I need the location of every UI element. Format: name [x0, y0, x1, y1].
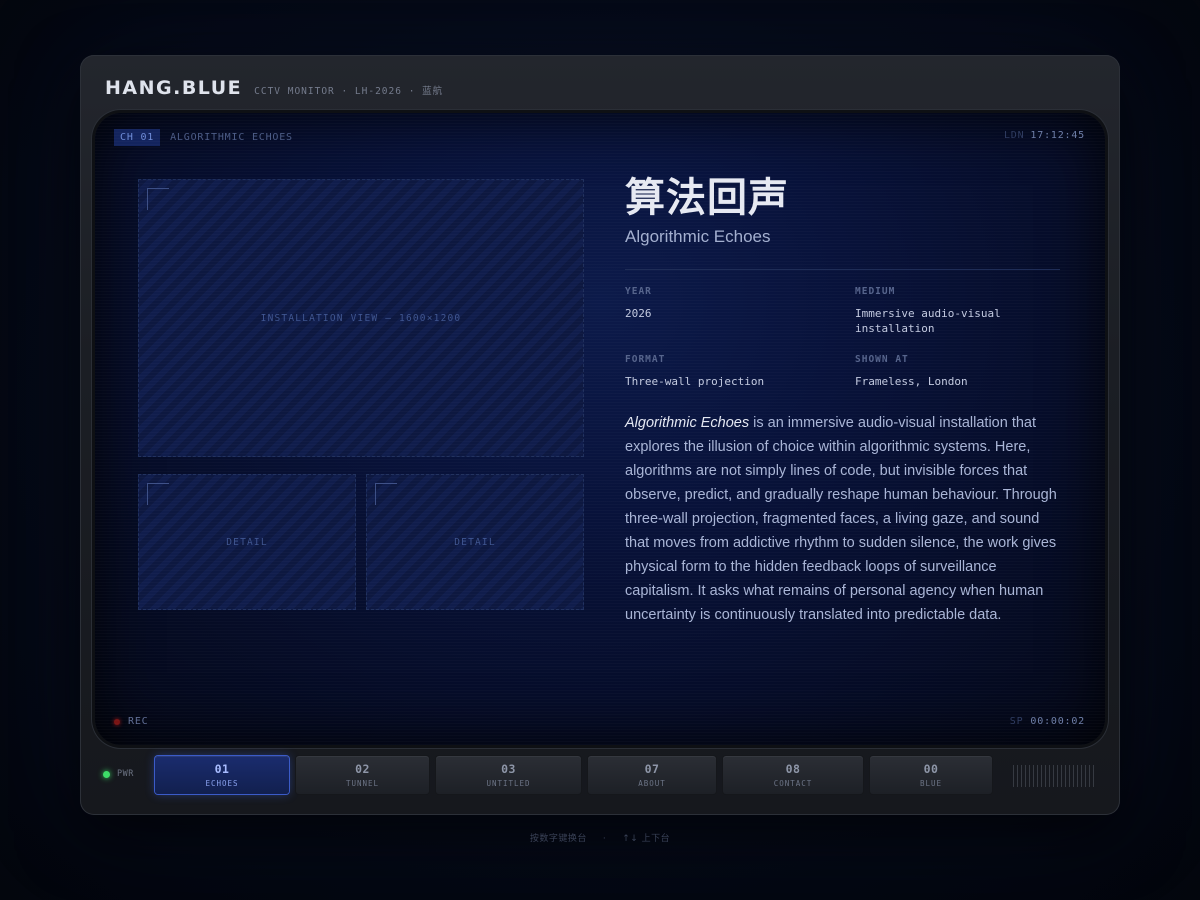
device-subtitle: CCTV MONITOR · LH-2026 · 蓝航	[254, 86, 444, 97]
channel-label: ABOUT	[638, 779, 666, 788]
meta-label: YEAR	[625, 286, 652, 297]
crt-screen: CH 01 ALGORITHMIC ECHOES LDN 17:12:45 INS…	[95, 113, 1105, 745]
brand-logo[interactable]: HANG.BLUE	[105, 77, 242, 99]
channel-number: 00	[923, 762, 939, 776]
frame-corner-icon	[375, 483, 397, 505]
rec-label: REC	[128, 716, 149, 727]
meta-value: 2026	[625, 307, 652, 320]
control-panel: PWR 01 ECHOES 02 TUNNEL 03 UNTITLED 07 A…	[80, 755, 1120, 797]
header: HANG.BLUE CCTV MONITOR · LH-2026 · 蓝航	[105, 77, 443, 99]
detail-image-1[interactable]: DETAIL	[138, 474, 356, 610]
project-title-zh: 算法回声	[625, 175, 789, 221]
speaker-grille	[1013, 765, 1097, 787]
description-body: is an immersive audio-visual installatio…	[625, 415, 1057, 623]
channel-label: TUNNEL	[345, 779, 380, 788]
channel-button-echoes[interactable]: 01 ECHOES	[155, 756, 289, 794]
power-indicator[interactable]: PWR	[103, 769, 134, 779]
monitor-device: HANG.BLUE CCTV MONITOR · LH-2026 · 蓝航 CH…	[80, 55, 1120, 815]
frame-corner-icon	[147, 483, 169, 505]
channel-number: 07	[644, 762, 660, 776]
channel-button-contact[interactable]: 08 CONTACT	[723, 756, 863, 794]
project-meta: YEAR 2026 MEDIUM Immersive audio-visual …	[625, 286, 1060, 389]
detail-label: DETAIL	[226, 536, 268, 548]
hint-separator: ·	[602, 834, 607, 844]
channel-label: BLUE	[919, 779, 943, 788]
channel-number: 08	[785, 762, 801, 776]
channel-number: 01	[214, 762, 230, 776]
meta-shown-at: SHOWN AT Frameless, London	[855, 354, 1060, 389]
clock-location: LDN	[1003, 130, 1025, 141]
divider	[625, 269, 1060, 270]
meta-label: FORMAT	[625, 354, 666, 365]
channel-label: CONTACT	[773, 779, 813, 788]
power-label: PWR	[117, 769, 134, 779]
timecode-mode: SP	[1009, 716, 1024, 727]
timecode-value: 00:00:02	[1030, 716, 1085, 727]
meta-value: Immersive audio-visual installation	[855, 307, 1001, 335]
meta-value: Three-wall projection	[625, 375, 765, 388]
channel-title: ALGORITHMIC ECHOES	[170, 132, 293, 143]
channel-label: ECHOES	[205, 779, 239, 788]
frame-corner-icon	[147, 188, 169, 210]
detail-image-2[interactable]: DETAIL	[366, 474, 584, 610]
channel-number: 02	[355, 762, 370, 776]
screen-clock: LDN 17:12:45	[1004, 130, 1085, 141]
meta-value: Frameless, London	[855, 375, 968, 388]
installation-view-label: INSTALLATION VIEW — 1600×1200	[260, 312, 462, 324]
project-description: Algorithmic Echoes is an immersive audio…	[625, 411, 1060, 627]
meta-format: FORMAT Three-wall projection	[625, 354, 855, 389]
meta-label: SHOWN AT	[855, 354, 909, 365]
installation-view-image[interactable]: INSTALLATION VIEW — 1600×1200	[138, 179, 584, 457]
channel-button-tunnel[interactable]: 02 TUNNEL	[296, 756, 429, 794]
channel-button-about[interactable]: 07 ABOUT	[588, 756, 716, 794]
rec-dot-icon	[114, 718, 120, 725]
channel-indicator: CH 01 ALGORITHMIC ECHOES	[114, 129, 293, 146]
rec-indicator: REC	[114, 716, 148, 727]
clock-time: 17:12:45	[1030, 130, 1085, 141]
meta-label: MEDIUM	[855, 286, 896, 297]
hint-arrow-keys: ↑↓ 上下台	[622, 834, 671, 844]
project-info: 算法回声 Algorithmic Echoes YEAR 2026 MEDIUM…	[625, 175, 1060, 627]
channel-button-blue[interactable]: 00 BLUE	[870, 756, 992, 794]
power-led-icon	[103, 770, 110, 778]
channel-button-untitled[interactable]: 03 UNTITLED	[436, 756, 581, 794]
meta-year: YEAR 2026	[625, 286, 855, 336]
detail-label: DETAIL	[454, 536, 496, 548]
project-title-en: Algorithmic Echoes	[625, 227, 771, 246]
keyboard-hint: 按数字键换台 · ↑↓ 上下台	[0, 831, 1200, 844]
channel-label: UNTITLED	[486, 779, 531, 788]
description-title: Algorithmic Echoes	[625, 415, 750, 431]
channel-badge: CH 01	[114, 129, 161, 146]
meta-medium: MEDIUM Immersive audio-visual installati…	[855, 286, 1060, 336]
channel-number: 03	[501, 762, 516, 776]
timecode: SP 00:00:02	[1010, 716, 1085, 727]
hint-number-keys: 按数字键换台	[529, 834, 587, 844]
